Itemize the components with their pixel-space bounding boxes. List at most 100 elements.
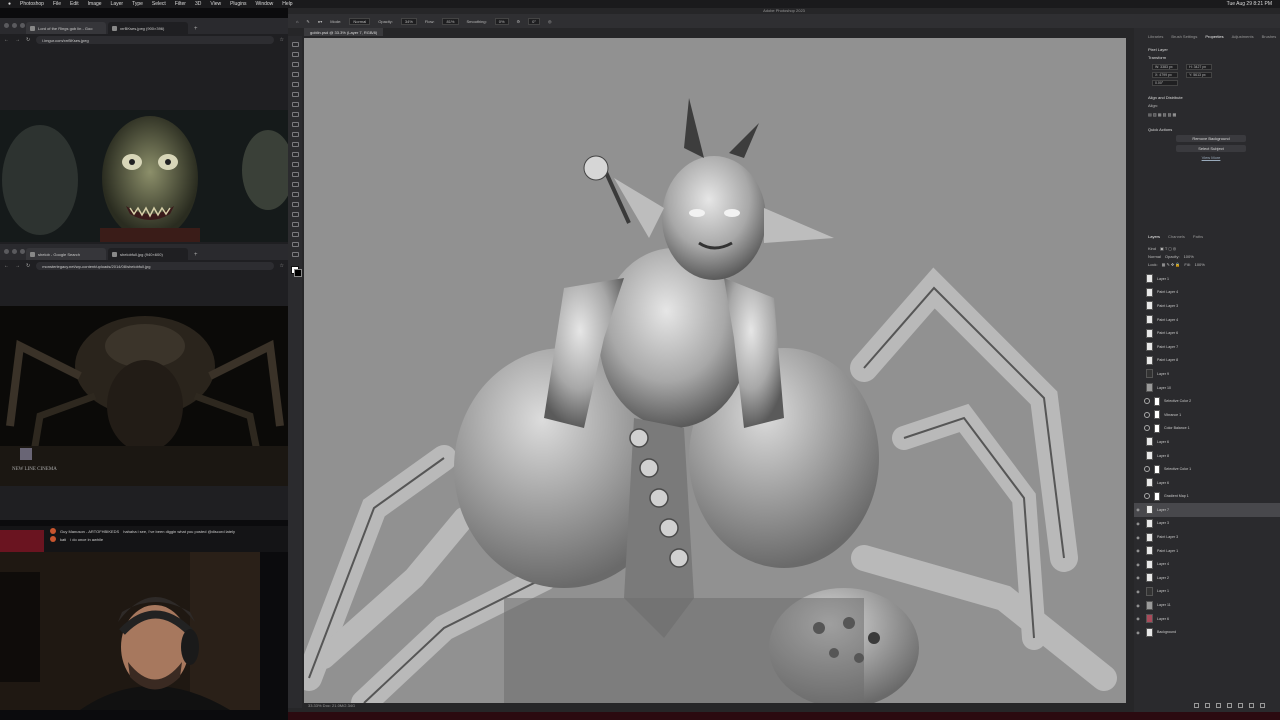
menu-window[interactable]: Window	[256, 1, 274, 7]
browser-tab[interactable]: shelob - Google Search	[26, 248, 106, 260]
reload-icon[interactable]: ↻	[26, 263, 30, 269]
layer-thumbnail[interactable]	[1146, 355, 1153, 365]
layer-row[interactable]: ◉ Background	[1134, 625, 1280, 639]
layer-row[interactable]: ◉ Layer 11	[1134, 598, 1280, 612]
back-icon[interactable]: ←	[4, 263, 9, 269]
browser-tab-active[interactable]: shelobfull.jpg (940×600)	[108, 248, 188, 260]
layer-thumbnail[interactable]	[1146, 614, 1153, 624]
tab-properties[interactable]: Properties	[1205, 34, 1223, 39]
layer-thumbnail[interactable]	[1146, 478, 1153, 488]
layer-row[interactable]: Layer 10	[1134, 381, 1280, 395]
fx-icon[interactable]	[1205, 703, 1210, 708]
history-brush-icon[interactable]	[291, 142, 299, 147]
layer-thumbnail[interactable]	[1146, 573, 1153, 583]
browser-tab[interactable]: Lord of the Rings gob lin - Goo	[26, 22, 106, 34]
link-layers-icon[interactable]	[1194, 703, 1199, 708]
new-tab-icon[interactable]: +	[190, 252, 202, 260]
menu-file[interactable]: File	[53, 1, 61, 7]
menu-filter[interactable]: Filter	[175, 1, 186, 7]
clock[interactable]: Tue Aug 29 8:21 PM	[1227, 1, 1272, 7]
move-tool-icon[interactable]	[291, 42, 299, 47]
visibility-eye-icon[interactable]: ◉	[1134, 548, 1142, 553]
window-controls[interactable]	[4, 23, 25, 28]
layer-row[interactable]: Selective Color 1	[1134, 462, 1280, 476]
transform-header[interactable]: Transform	[1148, 55, 1274, 60]
layer-thumbnail[interactable]	[1146, 627, 1153, 637]
layer-name[interactable]: Paint Layer 7	[1157, 345, 1178, 349]
layer-row[interactable]: ◉ Paint Layer 1	[1134, 544, 1280, 558]
layer-name[interactable]: Layer 6	[1157, 617, 1169, 621]
layer-row[interactable]: Gradient Map 1	[1134, 490, 1280, 504]
layer-row[interactable]: Paint Layer 6	[1134, 326, 1280, 340]
shape-tool-icon[interactable]	[291, 222, 299, 227]
dodge-tool-icon[interactable]	[291, 182, 299, 187]
adjustment-layer-icon[interactable]	[1227, 703, 1232, 708]
visibility-eye-icon[interactable]: ◉	[1134, 589, 1142, 594]
tab-paths[interactable]: Paths	[1193, 234, 1203, 239]
blend-mode-select[interactable]: Normal	[1148, 254, 1161, 259]
window-controls[interactable]	[4, 249, 25, 254]
background-color-swatch[interactable]	[294, 269, 302, 277]
visibility-eye-icon[interactable]: ◉	[1134, 630, 1142, 635]
tab-channels[interactable]: Channels	[1168, 234, 1185, 239]
layer-name[interactable]: Paint Layer 4	[1157, 318, 1178, 322]
layer-row[interactable]: Layer 8	[1134, 449, 1280, 463]
angle-field[interactable]: 0°	[528, 17, 540, 25]
layer-thumbnail[interactable]	[1146, 451, 1153, 461]
layer-thumbnail[interactable]	[1146, 287, 1153, 297]
reload-icon[interactable]: ↻	[26, 37, 30, 43]
layer-thumbnail[interactable]	[1146, 328, 1153, 338]
x-field[interactable]: X: 4799 px	[1152, 72, 1178, 78]
layer-name[interactable]: Paint Layer 3	[1157, 535, 1178, 539]
quick-actions-header[interactable]: Quick Actions	[1148, 127, 1274, 132]
layer-mask-thumbnail[interactable]	[1154, 464, 1160, 474]
layer-thumbnail[interactable]	[1146, 342, 1153, 352]
menu-help[interactable]: Help	[282, 1, 292, 7]
layer-row[interactable]: Paint Layer 3	[1134, 299, 1280, 313]
layer-mask-thumbnail[interactable]	[1154, 410, 1160, 420]
layer-name[interactable]: Paint Layer 4	[1157, 290, 1178, 294]
quick-select-tool-icon[interactable]	[291, 72, 299, 77]
trash-icon[interactable]	[1260, 703, 1265, 708]
layer-name[interactable]: Layer 9	[1157, 372, 1169, 376]
new-layer-icon[interactable]	[1249, 703, 1254, 708]
layer-row[interactable]: Color Balance 1	[1134, 422, 1280, 436]
layer-name[interactable]: Paint Layer 6	[1157, 331, 1178, 335]
layer-thumbnail[interactable]	[1146, 586, 1153, 596]
layer-name[interactable]: Gradient Map 1	[1164, 494, 1189, 498]
layer-name[interactable]: Layer 6	[1157, 440, 1169, 444]
stamp-tool-icon[interactable]	[291, 132, 299, 137]
layer-thumbnail[interactable]	[1146, 301, 1153, 311]
tab-layers[interactable]: Layers	[1148, 234, 1160, 239]
filter-kind-select[interactable]: Kind	[1148, 246, 1156, 251]
layer-row[interactable]: Vibrance 1	[1134, 408, 1280, 422]
view-more-link[interactable]: View More	[1148, 155, 1274, 160]
layer-row[interactable]: Selective Color 2	[1134, 394, 1280, 408]
menu-image[interactable]: Image	[88, 1, 102, 7]
layer-name[interactable]: Layer 2	[1157, 576, 1169, 580]
layer-name[interactable]: Paint Layer 8	[1157, 358, 1178, 362]
layer-row[interactable]: ◉ Layer 3	[1134, 517, 1280, 531]
tab-brushes[interactable]: Brushes	[1262, 34, 1277, 39]
layer-name[interactable]: Layer 8	[1157, 454, 1169, 458]
layer-name[interactable]: Color Balance 1	[1164, 426, 1190, 430]
layer-name[interactable]: Layer 4	[1157, 562, 1169, 566]
home-icon[interactable]: ⌂	[296, 19, 298, 24]
layer-thumbnail[interactable]	[1146, 315, 1153, 325]
apple-icon[interactable]: ●	[8, 1, 11, 7]
visibility-eye-icon[interactable]: ◉	[1134, 507, 1142, 512]
forward-icon[interactable]: →	[15, 263, 20, 269]
eraser-tool-icon[interactable]	[291, 152, 299, 157]
select-subject-button[interactable]: Select Subject	[1176, 145, 1246, 152]
hand-tool-icon[interactable]	[291, 232, 299, 237]
tab-adjustments[interactable]: Adjustments	[1232, 34, 1254, 39]
menu-3d[interactable]: 3D	[195, 1, 201, 7]
fill-field[interactable]: 100%	[1195, 262, 1205, 267]
menu-photoshop[interactable]: Photoshop	[20, 1, 44, 7]
visibility-eye-icon[interactable]: ◉	[1134, 616, 1142, 621]
tab-brush-settings[interactable]: Brush Settings	[1171, 34, 1197, 39]
layer-name[interactable]: Layer 3	[1157, 521, 1169, 525]
layer-thumbnail[interactable]	[1146, 559, 1153, 569]
remove-background-button[interactable]: Remove Background	[1176, 135, 1246, 142]
layer-name[interactable]: Selective Color 1	[1164, 467, 1191, 471]
